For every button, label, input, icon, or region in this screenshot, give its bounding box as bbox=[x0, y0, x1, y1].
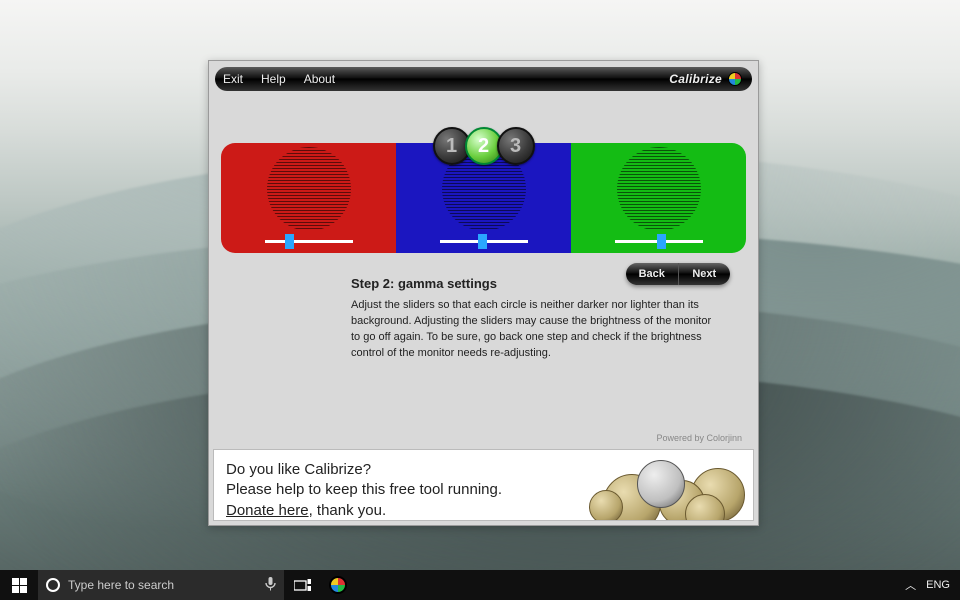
donate-banner: Do you like Calibrize? Please help to ke… bbox=[213, 449, 754, 521]
start-button[interactable] bbox=[0, 570, 38, 600]
red-gamma-target-icon bbox=[267, 147, 351, 231]
app-menubar: Exit Help About Calibrize bbox=[215, 67, 752, 91]
language-indicator[interactable]: ENG bbox=[926, 579, 950, 591]
banner-line2: Please help to keep this free tool runni… bbox=[226, 480, 502, 500]
donate-link[interactable]: Donate here bbox=[226, 502, 309, 519]
task-view-button[interactable] bbox=[284, 570, 320, 600]
mic-icon[interactable] bbox=[265, 576, 276, 594]
task-view-icon bbox=[294, 579, 311, 592]
blue-gamma-slider[interactable] bbox=[440, 240, 528, 243]
app-title: Calibrize bbox=[669, 72, 722, 86]
calibrize-logo-icon bbox=[728, 72, 742, 86]
instructions-body: Adjust the sliders so that each circle i… bbox=[351, 298, 722, 362]
back-button[interactable]: Back bbox=[626, 263, 678, 285]
taskbar-app-calibrize[interactable] bbox=[320, 570, 356, 600]
system-tray: ︿ ENG bbox=[905, 577, 960, 593]
taskbar-search[interactable]: Type here to search bbox=[38, 570, 284, 600]
wizard-step-indicator: 1 2 3 bbox=[436, 127, 532, 165]
windows-logo-icon bbox=[12, 578, 27, 593]
menu-about[interactable]: About bbox=[304, 72, 335, 86]
banner-thanks: , thank you. bbox=[309, 502, 387, 519]
red-gamma-slider[interactable] bbox=[265, 240, 353, 243]
blue-gamma-thumb[interactable] bbox=[478, 234, 487, 249]
powered-by-label: Powered by Colorjinn bbox=[656, 433, 742, 443]
green-gamma-slider[interactable] bbox=[615, 240, 703, 243]
windows-taskbar: Type here to search ︿ ENG bbox=[0, 570, 960, 600]
red-gamma-thumb[interactable] bbox=[285, 234, 294, 249]
next-button[interactable]: Next bbox=[679, 263, 731, 285]
instructions-block: Step 2: gamma settings Adjust the slider… bbox=[351, 275, 722, 362]
search-placeholder: Type here to search bbox=[68, 578, 174, 592]
green-gamma-thumb[interactable] bbox=[657, 234, 666, 249]
green-gamma-target-icon bbox=[617, 147, 701, 231]
menu-help[interactable]: Help bbox=[261, 72, 286, 86]
coins-illustration-icon bbox=[563, 450, 753, 520]
desktop-wallpaper: Exit Help About Calibrize 1 2 3 bbox=[0, 0, 960, 600]
calibrize-window: Exit Help About Calibrize 1 2 3 bbox=[208, 60, 759, 526]
step-3[interactable]: 3 bbox=[497, 127, 535, 165]
app-content: 1 2 3 bbox=[211, 95, 756, 447]
wizard-nav: Back Next bbox=[626, 263, 730, 285]
banner-line1: Do you like Calibrize? bbox=[226, 460, 502, 480]
calibrize-taskbar-icon bbox=[329, 576, 347, 594]
red-panel bbox=[221, 143, 396, 253]
green-panel bbox=[571, 143, 746, 253]
cortana-ring-icon bbox=[46, 578, 60, 592]
menu-exit[interactable]: Exit bbox=[223, 72, 243, 86]
tray-overflow-button[interactable]: ︿ bbox=[905, 577, 916, 593]
